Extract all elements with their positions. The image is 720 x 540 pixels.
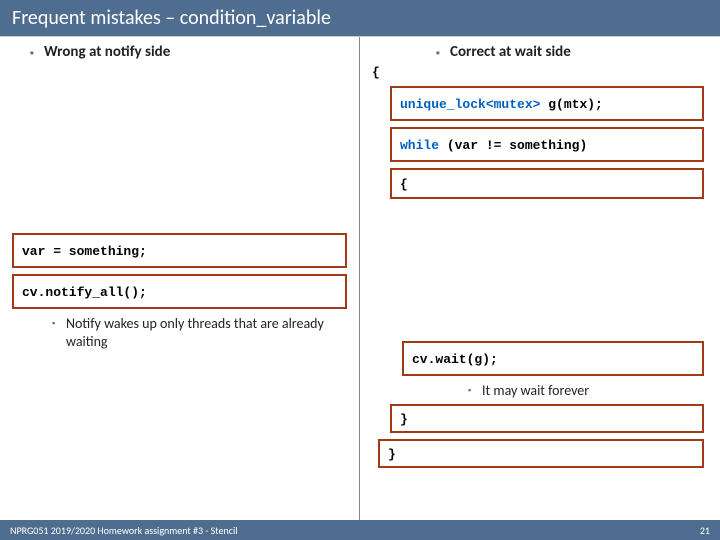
right-code-area: { unique_lock<mutex> g(mtx); while (var … [370,65,710,468]
brace-inner-close: } [400,412,408,427]
code-var-assign: var = something; [22,244,147,259]
left-codebox-2: cv.notify_all(); [12,274,347,309]
code-gmtx: g(mtx); [540,97,602,112]
right-codebox-while: while (var != something) [390,127,704,162]
code-wait: cv.wait(g); [412,352,498,367]
left-column: Wrong at notify side var = something; cv… [0,37,360,540]
right-note: It may wait forever [482,382,710,400]
left-heading: Wrong at notify side [44,43,349,61]
brace-inner-open: { [400,177,408,192]
footer-left: NPRG051 2019/2020 Homework assignment #3… [10,524,238,537]
right-codebox-brace-inner-open: { [390,168,704,199]
slide-title: Frequent mistakes – condition_variable [0,0,720,37]
right-codebox-brace-inner-close: } [390,404,704,433]
brace-open: { [372,65,710,80]
right-column: Correct at wait side { unique_lock<mutex… [360,37,720,540]
footer: NPRG051 2019/2020 Homework assignment #3… [0,520,720,540]
slide: Frequent mistakes – condition_variable W… [0,0,720,540]
left-note: Notify wakes up only threads that are al… [66,315,353,350]
footer-page-number: 21 [700,524,710,537]
right-heading: Correct at wait side [450,43,710,61]
left-codebox-1: var = something; [12,233,347,268]
right-codebox-brace-close: } [378,439,704,468]
right-codebox-lock: unique_lock<mutex> g(mtx); [390,86,704,121]
code-cond: (var != something) [439,138,587,153]
brace-close: } [388,447,396,462]
kw-unique-lock: unique_lock<mutex> [400,97,540,112]
content-area: Wrong at notify side var = something; cv… [0,37,720,540]
kw-while: while [400,138,439,153]
right-codebox-wait: cv.wait(g); [402,341,704,376]
code-notify-all: cv.notify_all(); [22,285,147,300]
